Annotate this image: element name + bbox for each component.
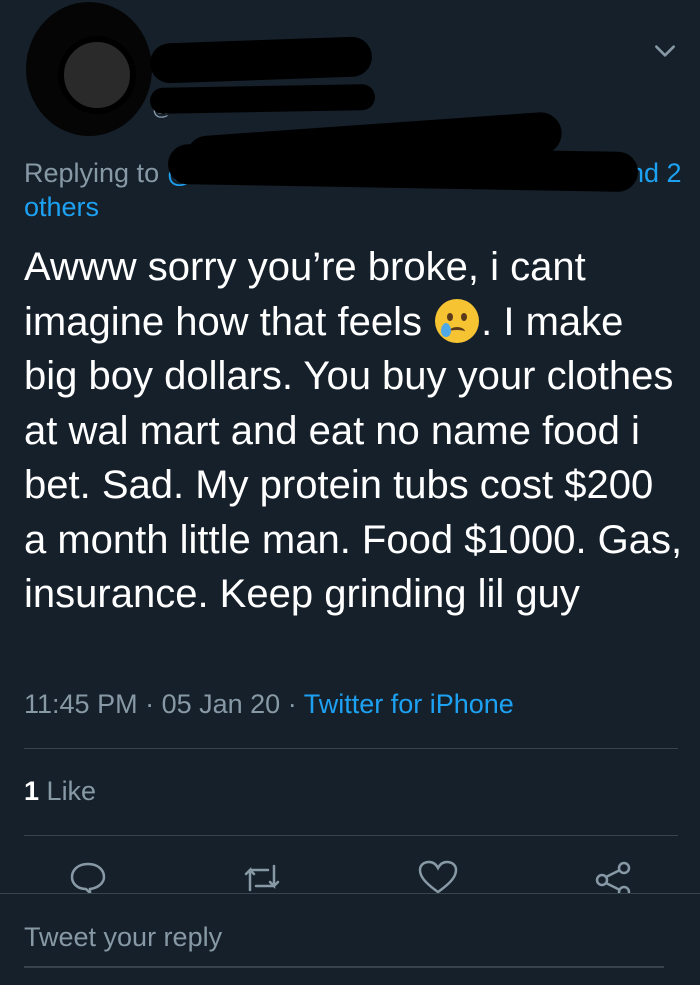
- action-bar: [0, 860, 700, 894]
- crying-face-icon: [435, 298, 480, 343]
- reply-input[interactable]: Tweet your reply: [24, 922, 664, 968]
- avatar-photo: [58, 36, 136, 114]
- redaction-scribble: [149, 84, 376, 114]
- like-count-label: Like: [46, 776, 97, 806]
- others-link[interactable]: others: [24, 192, 99, 223]
- like-icon[interactable]: [418, 860, 458, 894]
- divider: [24, 748, 678, 749]
- tweet-source-link[interactable]: Twitter for iPhone: [304, 689, 514, 719]
- share-icon[interactable]: [594, 860, 634, 894]
- like-count-number: 1: [24, 776, 40, 806]
- reply-composer: Tweet your reply: [0, 893, 700, 985]
- likes-count[interactable]: 1 Like: [24, 776, 96, 807]
- meta-separator: ·: [280, 689, 304, 719]
- redaction-scribble: [149, 36, 373, 84]
- tweet-meta: 11:45 PM · 05 Jan 20 · Twitter for iPhon…: [24, 689, 514, 720]
- retweet-icon[interactable]: [242, 860, 282, 894]
- tweet-text: Awww sorry you’re broke, i cant imagine …: [24, 240, 684, 622]
- tweet-time: 11:45 PM: [24, 689, 138, 719]
- reply-icon[interactable]: [68, 860, 108, 894]
- redaction-scribble: [167, 143, 639, 193]
- replying-label: Replying to: [24, 158, 160, 188]
- tweet-text-part-2: . I make big boy dollars. You buy your c…: [24, 299, 683, 617]
- divider: [24, 835, 678, 836]
- chevron-down-icon[interactable]: [652, 38, 678, 64]
- meta-separator: ·: [137, 689, 162, 719]
- tweet-date: 05 Jan 20: [161, 689, 281, 719]
